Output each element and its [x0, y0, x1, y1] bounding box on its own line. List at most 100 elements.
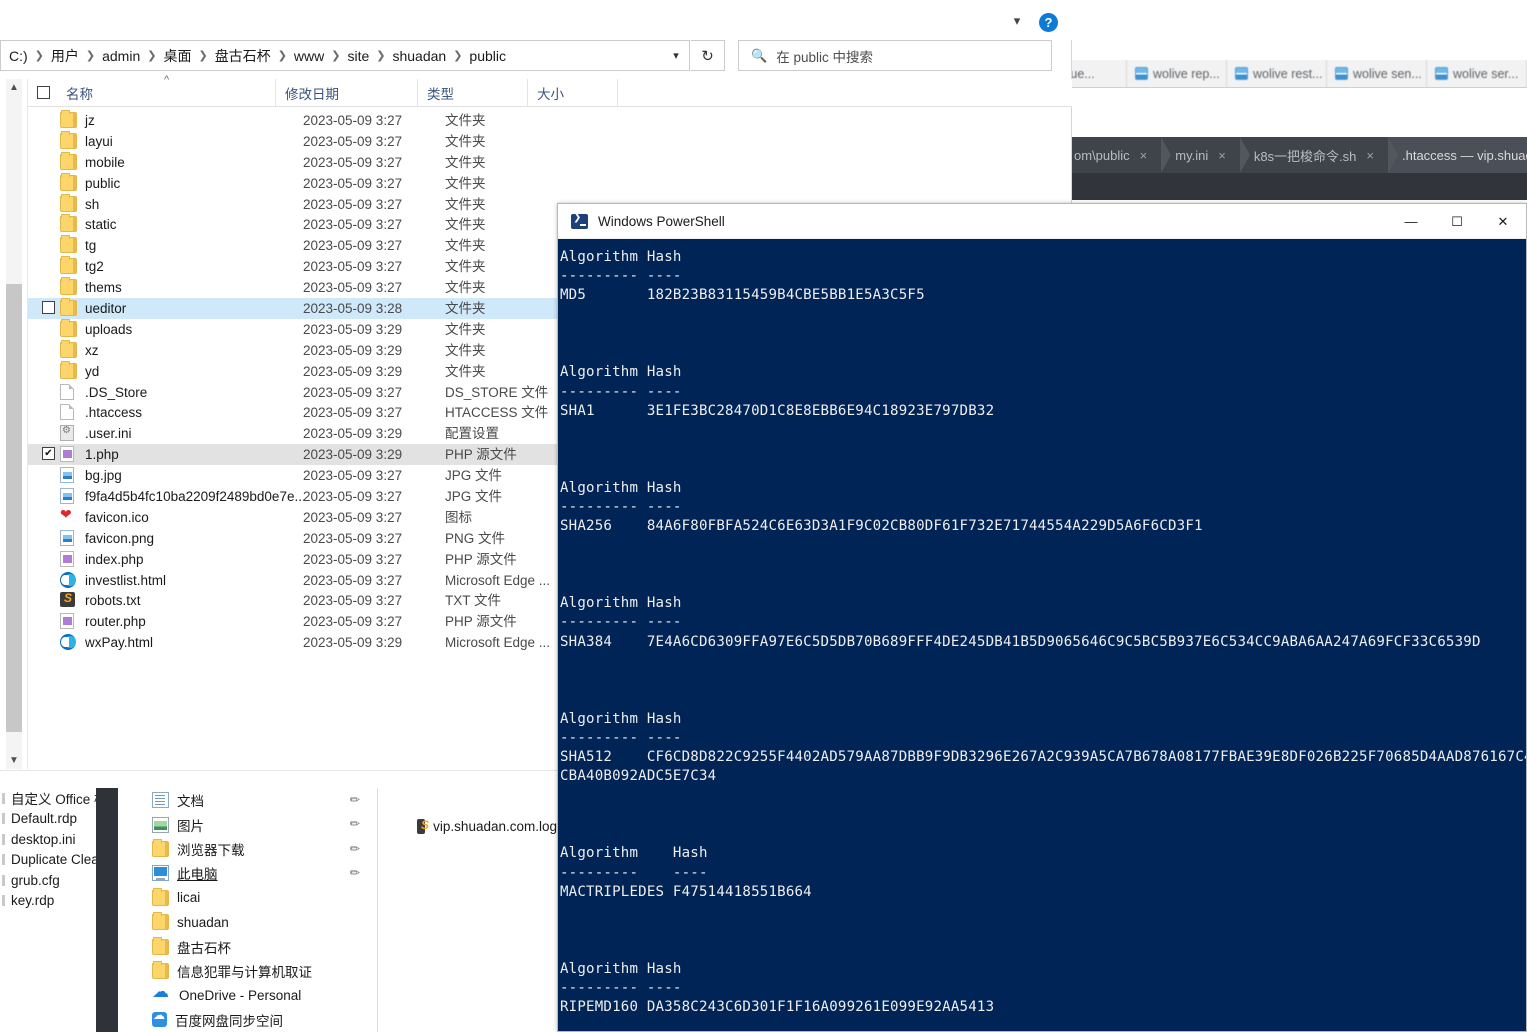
list-item[interactable]: desktop.ini	[0, 829, 104, 850]
nav-item[interactable]: shuadan	[118, 910, 377, 934]
browser-tab[interactable]: wolive rep...	[1127, 60, 1227, 87]
powershell-title-bar[interactable]: Windows PowerShell — ☐ ✕	[558, 204, 1526, 239]
scroll-down-icon[interactable]: ▼	[6, 752, 22, 769]
breadcrumb-item-8[interactable]: public	[464, 45, 511, 67]
file-name[interactable]: robots.txt	[85, 590, 141, 611]
editor-tab[interactable]: om\public ×	[1060, 137, 1161, 173]
search-input[interactable]: 🔍 在 public 中搜索	[738, 40, 1052, 71]
list-item[interactable]: 自定义 Office 模...	[0, 788, 119, 809]
close-button[interactable]: ✕	[1480, 204, 1526, 239]
list-item[interactable]: grub.cfg	[0, 870, 104, 891]
address-dropdown-icon[interactable]: ▾	[663, 49, 689, 62]
table-row[interactable]: layui 2023-05-09 3:27 文件夹	[28, 130, 1072, 152]
scrollbar-thumb[interactable]	[6, 284, 22, 732]
file-name[interactable]: uploads	[85, 319, 132, 340]
file-name[interactable]: favicon.ico	[85, 507, 149, 528]
breadcrumb-item-4[interactable]: 盘古石杯	[210, 43, 276, 69]
list-item[interactable]: key.rdp	[0, 891, 104, 912]
maximize-button[interactable]: ☐	[1434, 204, 1480, 239]
nav-item[interactable]: 信息犯罪与计算机取证	[118, 959, 377, 983]
nav-item[interactable]: 盘古石杯	[118, 934, 377, 958]
file-name[interactable]: tg2	[85, 256, 104, 277]
column-header-type[interactable]: 类型	[417, 79, 527, 106]
address-bar[interactable]: C:) ❯ 用户 ❯ admin ❯ 桌面 ❯ 盘古石杯 ❯ www ❯ site ❯ shuadan ❯ pu…	[0, 40, 690, 71]
file-name[interactable]: investlist.html	[85, 570, 166, 591]
list-item[interactable]: vip.shuadan.com.log	[379, 814, 557, 838]
window-controls[interactable]: — ☐ ✕	[1388, 204, 1526, 239]
tree-pane-scrollbar[interactable]: ▲ ▼	[6, 79, 22, 769]
row-checkbox[interactable]: ✔	[42, 447, 55, 461]
table-row[interactable]: jz 2023-05-09 3:27 文件夹	[28, 110, 1072, 131]
file-name[interactable]: thems	[85, 277, 122, 298]
breadcrumb-item-0[interactable]: C:)	[4, 45, 33, 67]
chevron-down-icon[interactable]: ▾	[1009, 14, 1025, 28]
file-name[interactable]: public	[85, 173, 120, 194]
breadcrumb-item-5[interactable]: www	[289, 45, 329, 67]
file-name[interactable]: wxPay.html	[85, 632, 153, 653]
file-name[interactable]: .htaccess	[85, 402, 142, 423]
scroll-up-icon[interactable]: ▲	[6, 79, 22, 96]
breadcrumb-item-7[interactable]: shuadan	[387, 45, 451, 67]
file-name[interactable]: yd	[85, 361, 99, 382]
file-name[interactable]: static	[85, 214, 117, 235]
list-item[interactable]: Default.rdp	[0, 809, 104, 830]
table-row[interactable]: public 2023-05-09 3:27 文件夹	[28, 172, 1072, 194]
file-name[interactable]: ueditor	[85, 298, 126, 319]
pin-icon[interactable]: ✐	[345, 791, 362, 808]
editor-tab[interactable]: .htaccess — vip.shuad	[1387, 137, 1527, 173]
breadcrumb-item-6[interactable]: site	[342, 45, 374, 67]
breadcrumb-item-1[interactable]: 用户	[46, 43, 84, 69]
breadcrumb[interactable]: C:) ❯ 用户 ❯ admin ❯ 桌面 ❯ 盘古石杯 ❯ www ❯ site ❯ shuadan ❯ pu…	[1, 43, 663, 69]
file-name[interactable]: sh	[85, 194, 99, 215]
select-all-checkbox[interactable]	[37, 86, 50, 99]
nav-item[interactable]: 图片 ✐	[118, 812, 377, 836]
file-name[interactable]: .DS_Store	[85, 382, 147, 403]
nav-item[interactable]: licai	[118, 886, 377, 910]
powershell-console-output[interactable]: Algorithm Hash --------- ---- MD5 182B23…	[558, 239, 1526, 1031]
file-name[interactable]: jz	[85, 110, 95, 131]
file-name[interactable]: 1.php	[85, 444, 119, 465]
column-header-date[interactable]: 修改日期	[275, 79, 417, 106]
breadcrumb-item-2[interactable]: admin	[97, 45, 145, 67]
table-row[interactable]: mobile 2023-05-09 3:27 文件夹	[28, 151, 1072, 173]
nav-item[interactable]: OneDrive - Personal	[118, 982, 377, 1007]
browser-tab[interactable]: wolive rest...	[1227, 60, 1327, 87]
nav-item[interactable]: 浏览器下载 ✐	[118, 837, 377, 861]
file-name[interactable]: mobile	[85, 152, 125, 173]
refresh-button[interactable]: ↻	[691, 40, 725, 71]
file-name[interactable]: .user.ini	[85, 423, 132, 444]
log-file-pane[interactable]: vip.shuadan.com.log	[379, 788, 557, 1032]
editor-tab-strip[interactable]: om\public × my.ini × k8s一把梭命令.sh × .htaccess —…	[1060, 137, 1527, 173]
close-icon[interactable]: ×	[1366, 148, 1374, 163]
file-name[interactable]: router.php	[85, 611, 146, 632]
file-name[interactable]: bg.jpg	[85, 465, 122, 486]
column-header-size[interactable]: 大小	[527, 79, 617, 106]
powershell-window[interactable]: Windows PowerShell — ☐ ✕ Algorithm Hash …	[557, 203, 1527, 1032]
browser-tab-strip[interactable]: e que...wolive rep...wolive rest...woliv…	[1060, 60, 1527, 88]
file-name[interactable]: tg	[85, 235, 96, 256]
pin-icon[interactable]: ✐	[345, 816, 362, 833]
nav-item[interactable]: 文档 ✐	[118, 788, 377, 812]
nav-item[interactable]: 百度网盘同步空间	[118, 1008, 377, 1032]
file-name[interactable]: xz	[85, 340, 99, 361]
editor-tab[interactable]: my.ini ×	[1161, 137, 1240, 173]
browser-tab[interactable]: wolive sen...	[1327, 60, 1427, 87]
pin-icon[interactable]: ✐	[345, 865, 362, 882]
minimize-button[interactable]: —	[1388, 204, 1434, 239]
list-item[interactable]: Duplicate Cleane	[0, 850, 114, 871]
file-name[interactable]: favicon.png	[85, 528, 154, 549]
close-icon[interactable]: ×	[1140, 148, 1148, 163]
breadcrumb-item-3[interactable]: 桌面	[158, 43, 196, 69]
row-checkbox[interactable]	[42, 301, 55, 315]
close-icon[interactable]: ×	[1218, 148, 1226, 163]
nav-item[interactable]: 此电脑 ✐	[118, 861, 377, 885]
file-name[interactable]: f9fa4d5b4fc10ba2209f2489bd0e7e...	[85, 486, 306, 507]
browser-tab[interactable]: wolive ser...	[1427, 60, 1527, 87]
file-name[interactable]: index.php	[85, 549, 144, 570]
navigation-pane[interactable]: 文档 ✐ 图片 ✐ 浏览器下载 ✐ 此电脑 ✐ licai shuadan 盘古石杯 信息犯罪与计算机…	[118, 788, 378, 1032]
pin-icon[interactable]: ✐	[345, 840, 362, 857]
editor-tab[interactable]: k8s一把梭命令.sh ×	[1239, 137, 1388, 173]
help-icon[interactable]: ?	[1039, 13, 1058, 32]
file-name[interactable]: layui	[85, 131, 113, 152]
background-file-list[interactable]: 自定义 Office 模... Default.rdp desktop.ini Dup…	[0, 788, 119, 1032]
